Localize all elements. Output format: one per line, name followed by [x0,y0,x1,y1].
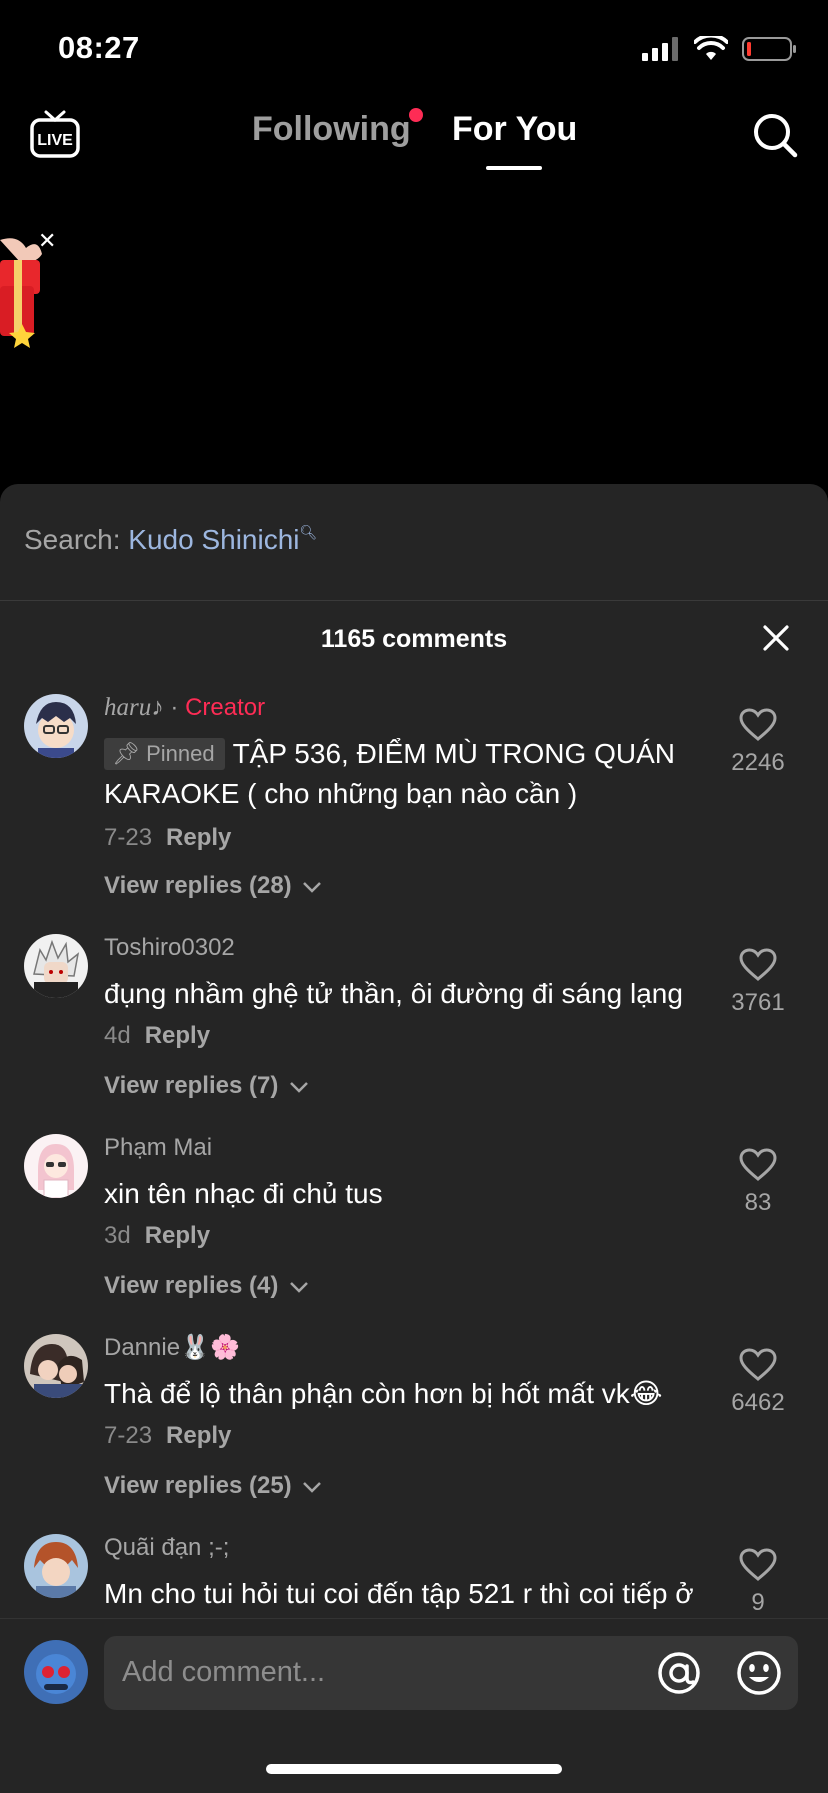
avatar[interactable] [24,694,88,758]
like-count: 9 [751,1589,765,1616]
heart-icon [739,1348,777,1381]
my-avatar[interactable] [24,1640,88,1704]
heart-icon [739,1548,777,1581]
heart-icon [739,708,777,741]
search-button[interactable] [752,112,798,158]
like-count: 3761 [731,989,785,1016]
view-replies-label: View replies (28) [104,872,292,899]
cellular-signal-icon [642,37,678,61]
chevron-down-icon [303,882,322,893]
home-indicator [266,1764,562,1774]
view-replies-button[interactable]: View replies (28) [104,872,322,900]
comment-text: 📌︎ Pinned TẬP 536, ĐIỂM MÙ TRONG QUÁN KAR… [104,734,724,814]
like-button[interactable]: 3761 [712,948,804,1017]
view-replies-button[interactable]: View replies (25) [104,1472,322,1500]
avatar-image [24,1134,88,1198]
search-prefix: Search: [24,524,121,555]
comment-meta: 4d Reply [104,1022,210,1050]
comment-date: 7-23 [104,1422,153,1449]
view-replies-label: View replies (4) [104,1272,279,1299]
separator: · [170,694,179,721]
live-label: LIVE [37,132,73,149]
username[interactable]: haru♪ [104,694,164,721]
username[interactable]: Phạm Mai [104,1134,212,1162]
chevron-down-icon [303,1482,322,1493]
comment-text: đụng nhầm ghệ tử thần, ôi đường đi sáng … [104,978,683,1009]
comment-item: Quãi đạn ;-; Mn cho tui hỏi tui coi đến … [0,1534,828,1618]
active-tab-indicator [486,166,542,170]
comment-meta: 7-23 Reply [104,824,231,852]
status-time: 08:27 [58,30,140,65]
avatar-image [24,1640,88,1704]
pinned-label: Pinned [146,741,215,766]
avatar[interactable] [24,1334,88,1398]
tab-for-you[interactable]: For You [452,110,577,149]
like-button[interactable]: 2246 [712,708,804,777]
comment-date: 4d [104,1022,131,1049]
avatar-image [24,934,88,998]
close-comments-button[interactable] [762,624,790,652]
mention-button[interactable] [656,1650,702,1696]
like-button[interactable]: 9 [712,1548,804,1617]
status-icons [642,36,798,62]
avatar[interactable] [24,934,88,998]
live-tv-icon: LIVE [30,110,80,158]
at-mention-icon [658,1652,700,1694]
emoji-button[interactable] [736,1650,782,1696]
chevron-down-icon [290,1082,308,1093]
like-count: 2246 [731,749,785,776]
view-replies-button[interactable]: View replies (4) [104,1272,309,1300]
reply-button[interactable]: Reply [166,1422,231,1449]
wifi-icon [694,36,728,60]
view-replies-button[interactable]: View replies (7) [104,1072,309,1100]
comment-date: 3d [104,1222,131,1249]
view-replies-label: View replies (25) [104,1472,292,1499]
tab-following[interactable]: Following [252,110,411,149]
username[interactable]: Toshiro0302 [104,934,235,962]
avatar-image [24,1334,88,1398]
battery-icon [742,37,796,61]
close-icon [763,625,789,651]
comments-count: 1165 comments [320,625,508,653]
live-button[interactable]: LIVE [28,108,82,160]
avatar-image [24,694,88,758]
comment-text: xin tên nhạc đi chủ tus [104,1178,383,1209]
comment-meta: 3d Reply [104,1222,210,1250]
username[interactable]: Quãi đạn ;-; [104,1534,229,1562]
pin-icon: 📌︎ [112,741,140,766]
avatar-image [24,1534,88,1598]
comment-author[interactable]: haru♪ · Creator [104,694,265,722]
comment-input-placeholder: Add comment... [122,1656,326,1688]
reply-button[interactable]: Reply [145,1022,210,1049]
heart-icon [739,1148,777,1181]
comment-date: 7-23 [104,824,153,851]
chevron-down-icon [290,1282,308,1293]
avatar[interactable] [24,1134,88,1198]
reply-button[interactable]: Reply [145,1222,210,1249]
view-replies-label: View replies (7) [104,1072,279,1099]
divider [0,600,828,601]
search-term-link[interactable]: Kudo Shinichi [128,524,299,555]
comment-text: Mn cho tui hỏi tui coi đến tập 521 r thì… [104,1578,694,1609]
pinned-badge: 📌︎ Pinned [104,738,225,770]
comment-text: Thà để lộ thân phận còn hơn bị hốt mất v… [104,1378,663,1409]
search-icon [754,114,798,158]
creator-badge: Creator [185,694,266,721]
avatar[interactable] [24,1534,88,1598]
comment-meta: 7-23 Reply [104,1422,231,1450]
related-search[interactable]: Search: Kudo Shinichi🔍︎ [24,524,317,556]
reply-button[interactable]: Reply [166,824,231,851]
like-button[interactable]: 6462 [712,1348,804,1417]
emoji-smile-icon [737,1651,781,1695]
like-count: 83 [744,1189,772,1216]
close-gift-icon[interactable]: ✕ [38,228,56,254]
heart-icon [739,948,777,981]
small-search-icon: 🔍︎ [299,524,318,540]
following-notification-dot [409,108,423,122]
like-button[interactable]: 83 [712,1148,804,1217]
username[interactable]: Dannie🐰🌸 [104,1334,240,1362]
like-count: 6462 [731,1389,785,1416]
